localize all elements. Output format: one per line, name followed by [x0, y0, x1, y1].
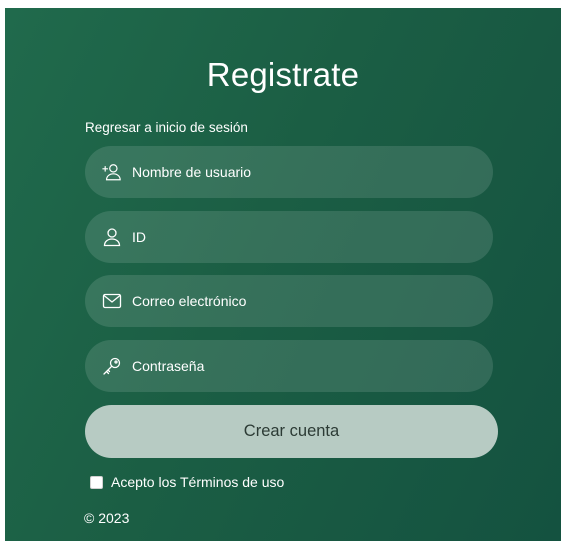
add-user-icon — [102, 162, 122, 182]
copyright-text: © 2023 — [84, 510, 130, 526]
user-icon — [102, 227, 122, 247]
password-field[interactable] — [85, 340, 493, 392]
key-icon — [102, 356, 122, 376]
register-panel: Registrate Regresar a inicio de sesión N… — [5, 8, 561, 541]
password-input[interactable] — [132, 340, 493, 392]
terms-label: Acepto los Términos de uso — [111, 474, 285, 490]
terms-checkbox-row[interactable]: Acepto los Términos de uso — [90, 474, 284, 490]
back-to-login-link[interactable]: Regresar a inicio de sesión — [85, 120, 248, 135]
mail-icon — [102, 291, 122, 311]
id-field[interactable] — [85, 211, 493, 263]
page-title: Registrate — [206, 56, 360, 93]
id-input[interactable] — [132, 211, 493, 263]
create-account-button[interactable]: Crear cuenta — [85, 405, 498, 458]
email-input[interactable] — [132, 275, 493, 327]
username-field[interactable] — [85, 146, 493, 198]
terms-checkbox[interactable] — [90, 475, 103, 489]
email-field[interactable] — [85, 275, 493, 327]
username-input[interactable] — [132, 146, 493, 198]
